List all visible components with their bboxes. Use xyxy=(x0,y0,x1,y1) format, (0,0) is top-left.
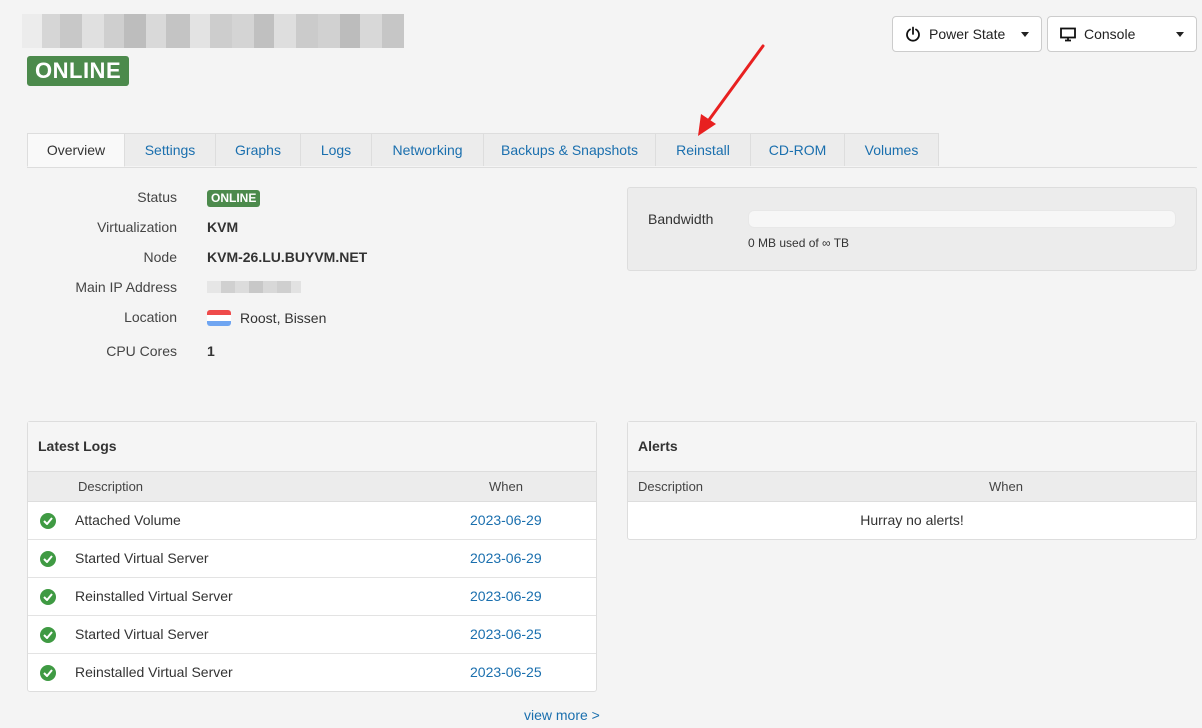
log-date-link[interactable]: 2023-06-29 xyxy=(470,540,542,576)
col-description: Description xyxy=(78,479,144,494)
alerts-title: Alerts xyxy=(628,422,1196,472)
tab-networking[interactable]: Networking xyxy=(371,133,484,166)
success-check-icon xyxy=(40,627,56,643)
hostname-redacted xyxy=(22,14,404,48)
log-description: Started Virtual Server xyxy=(75,626,209,642)
log-description: Attached Volume xyxy=(75,512,181,528)
bandwidth-label: Bandwidth xyxy=(648,211,714,227)
flag-icon xyxy=(207,310,231,326)
table-row: Reinstalled Virtual Server 2023-06-25 xyxy=(28,654,596,691)
empty-alerts-message: Hurray no alerts! xyxy=(860,512,964,528)
status-badge: ONLINE xyxy=(207,190,261,207)
log-date-link[interactable]: 2023-06-25 xyxy=(470,654,542,690)
success-check-icon xyxy=(40,589,56,605)
main-ip-label: Main IP Address xyxy=(75,279,177,295)
cpu-cores-label: CPU Cores xyxy=(106,343,177,359)
log-description: Reinstalled Virtual Server xyxy=(75,588,233,604)
view-more-link[interactable]: view more > xyxy=(524,707,600,723)
logs-table-header: Description When xyxy=(28,472,596,502)
log-description: Reinstalled Virtual Server xyxy=(75,664,233,680)
tab-overview[interactable]: Overview xyxy=(27,133,125,167)
virtualization-label: Virtualization xyxy=(97,219,177,235)
latest-logs-panel: Latest Logs Description When Attached Vo… xyxy=(27,421,597,692)
console-button[interactable]: Console xyxy=(1047,16,1197,52)
alerts-panel: Alerts Description When Hurray no alerts… xyxy=(627,421,1197,540)
table-row: Attached Volume 2023-06-29 xyxy=(28,502,596,540)
power-icon xyxy=(906,26,920,42)
success-check-icon xyxy=(40,665,56,681)
node-label: Node xyxy=(143,249,177,265)
node-value: KVM-26.LU.BUYVM.NET xyxy=(207,249,368,265)
col-when: When xyxy=(989,479,1023,494)
tab-graphs[interactable]: Graphs xyxy=(215,133,301,166)
tab-volumes[interactable]: Volumes xyxy=(844,133,939,166)
table-row: Started Virtual Server 2023-06-29 xyxy=(28,540,596,578)
main-ip-redacted xyxy=(207,281,301,293)
monitor-icon xyxy=(1060,27,1076,41)
table-row: Started Virtual Server 2023-06-25 xyxy=(28,616,596,654)
power-state-button[interactable]: Power State xyxy=(892,16,1042,52)
cpu-cores-value: 1 xyxy=(207,343,215,359)
success-check-icon xyxy=(40,551,56,567)
bandwidth-usage-text: 0 MB used of ∞ TB xyxy=(748,236,850,250)
log-date-link[interactable]: 2023-06-29 xyxy=(470,578,542,614)
annotation-arrow xyxy=(698,44,765,136)
tab-settings[interactable]: Settings xyxy=(124,133,216,166)
tab-logs[interactable]: Logs xyxy=(300,133,372,166)
location-label: Location xyxy=(124,309,177,325)
success-check-icon xyxy=(40,513,56,529)
logs-table-body: Attached Volume 2023-06-29 Started Virtu… xyxy=(28,502,596,691)
col-description: Description xyxy=(638,479,704,494)
log-date-link[interactable]: 2023-06-25 xyxy=(470,616,542,652)
alerts-table-header: Description When xyxy=(628,472,1196,502)
col-when: When xyxy=(489,479,523,494)
chevron-down-icon xyxy=(1021,31,1029,37)
bandwidth-panel: Bandwidth 0 MB used of ∞ TB xyxy=(627,187,1197,271)
log-description: Started Virtual Server xyxy=(75,550,209,566)
chevron-down-icon xyxy=(1176,31,1184,37)
log-date-link[interactable]: 2023-06-29 xyxy=(470,502,542,538)
virtualization-value: KVM xyxy=(207,219,239,235)
location-value: Roost, Bissen xyxy=(240,310,327,326)
server-status-badge: ONLINE xyxy=(27,56,130,86)
bandwidth-progress-bar xyxy=(748,210,1176,228)
power-state-label: Power State xyxy=(929,26,1006,42)
tab-bar: Overview Settings Graphs Logs Networking… xyxy=(27,133,1197,168)
console-label: Console xyxy=(1084,26,1136,42)
table-row: Reinstalled Virtual Server 2023-06-29 xyxy=(28,578,596,616)
tab-backups-snapshots[interactable]: Backups & Snapshots xyxy=(483,133,656,166)
status-label: Status xyxy=(137,189,177,205)
latest-logs-title: Latest Logs xyxy=(28,422,596,472)
